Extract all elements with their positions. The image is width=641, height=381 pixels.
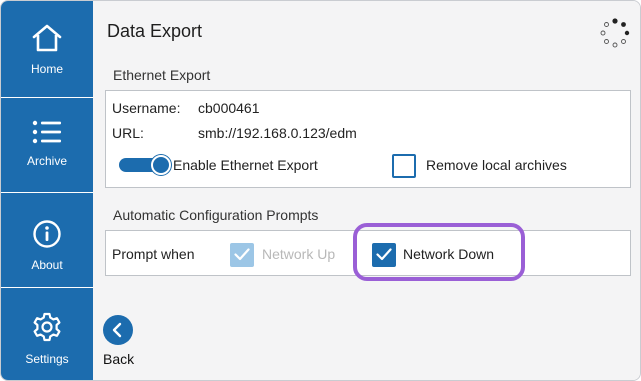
sidebar-item-settings[interactable]: Settings [1,311,93,366]
chevron-left-icon [103,322,133,349]
page-title: Data Export [107,21,203,41]
list-icon [31,119,63,150]
app-window: Home Archive About Settings Data Export … [0,0,641,381]
checkmark-icon [234,248,250,261]
sidebar-item-about[interactable]: About [1,219,93,272]
enable-ethernet-toggle[interactable] [119,155,171,175]
prompts-section-label: Automatic Configuration Prompts [113,207,319,223]
nav-divider [1,192,93,193]
sidebar-item-archive[interactable]: Archive [1,119,93,168]
url-value: smb://192.168.0.123/edm [198,125,357,141]
back-label[interactable]: Back [103,351,134,367]
prompt-when-label: Prompt when [112,246,195,262]
sidebar: Home Archive About Settings [1,1,93,380]
info-icon [32,219,62,254]
nav-divider [1,97,93,98]
network-up-checkbox[interactable] [230,243,254,267]
gear-icon [31,311,63,348]
sidebar-item-label: Home [30,62,63,76]
nav-divider [1,287,93,288]
network-up-label: Network Up [262,246,336,262]
back-button[interactable] [103,315,133,345]
enable-ethernet-label[interactable]: Enable Ethernet Export [173,157,318,173]
home-icon [30,23,64,58]
username-label: Username: [112,100,181,116]
remove-local-archives-label[interactable]: Remove local archives [426,157,567,173]
sidebar-item-home[interactable]: Home [1,23,93,76]
sidebar-item-label: Archive [26,154,67,168]
ethernet-panel: Username: cb000461 URL: smb://192.168.0.… [105,90,631,188]
toggle-knob [151,155,171,175]
sidebar-item-label: Settings [25,352,69,366]
loading-spinner-icon [599,17,631,49]
ethernet-section-label: Ethernet Export [113,67,211,83]
url-label: URL: [112,125,144,141]
main-content: Data Export Ethernet Export Username: cb… [93,1,640,380]
remove-local-archives-checkbox[interactable] [392,154,416,178]
network-down-highlight [353,223,525,281]
username-value: cb000461 [198,100,260,116]
sidebar-item-label: About [31,258,63,272]
